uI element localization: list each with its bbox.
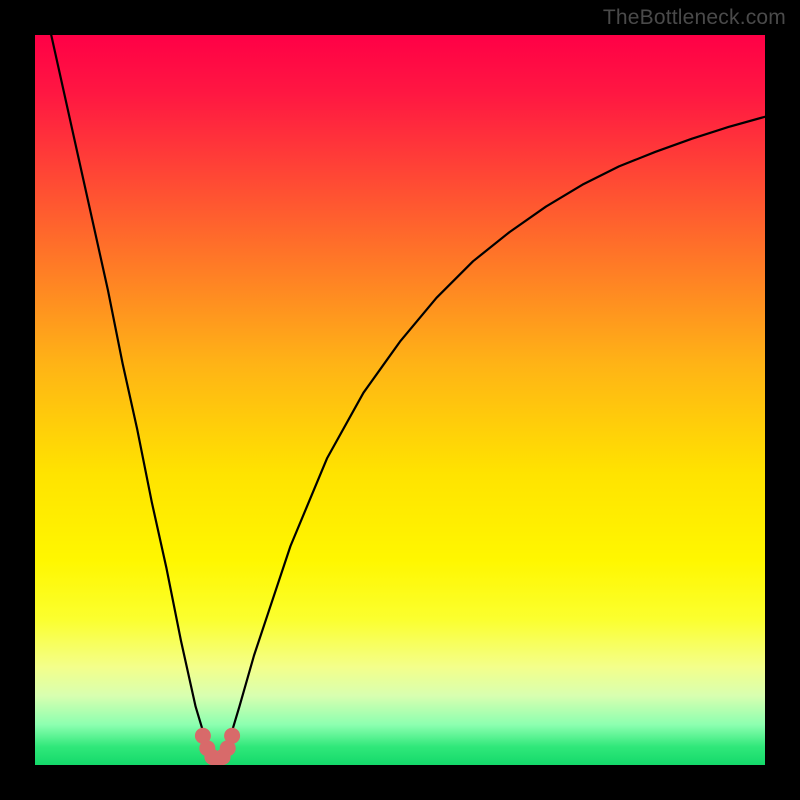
watermark-text: TheBottleneck.com [603,6,786,30]
optimum-marker [224,728,240,744]
gradient-background [35,35,765,765]
chart-frame: TheBottleneck.com [0,0,800,800]
bottleneck-chart [35,35,765,765]
plot-area [35,35,765,765]
